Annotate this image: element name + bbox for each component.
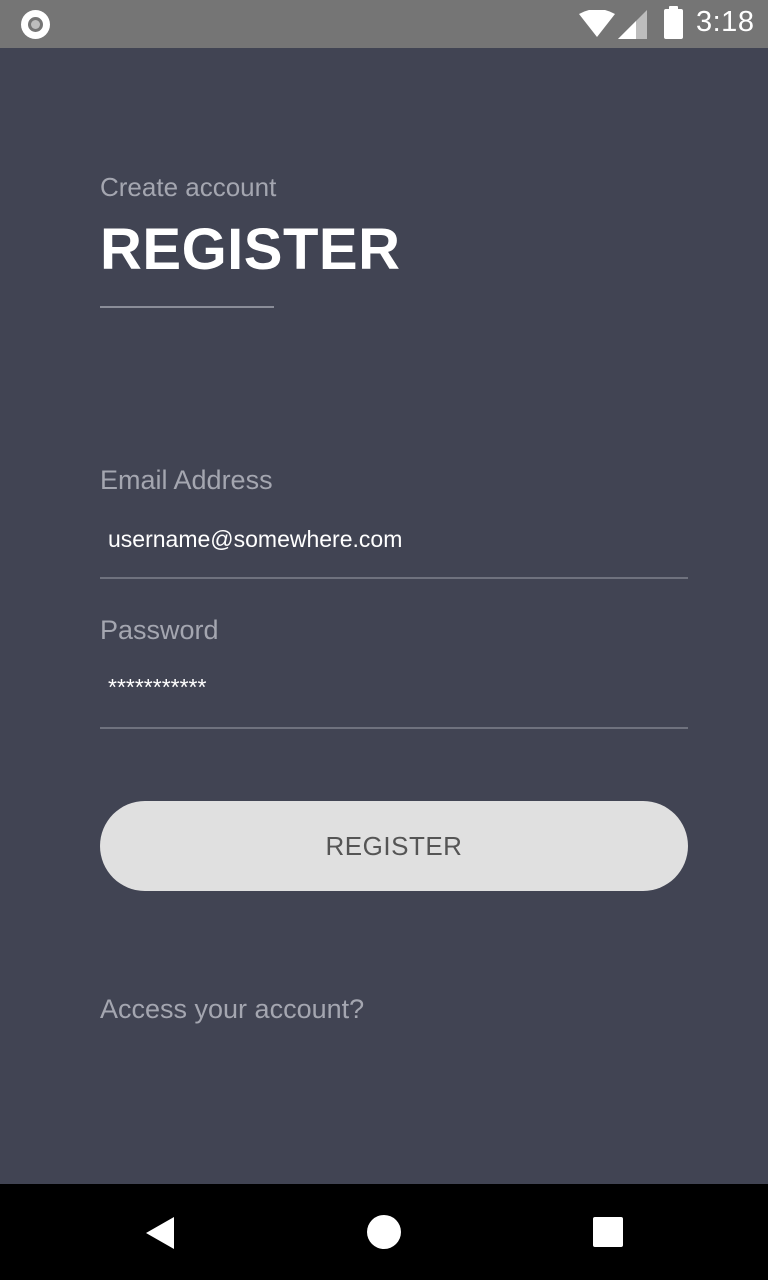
register-button[interactable]: REGISTER bbox=[100, 801, 688, 891]
navigation-bar bbox=[0, 1184, 768, 1280]
status-bar: 3:18 bbox=[0, 0, 768, 48]
password-label: Password bbox=[100, 615, 219, 645]
back-triangle-icon[interactable] bbox=[144, 1216, 176, 1250]
notification-circle-icon bbox=[21, 10, 50, 39]
email-underline bbox=[100, 577, 688, 579]
password-underline bbox=[100, 727, 688, 729]
page-subtitle: Create account bbox=[100, 172, 277, 202]
password-field[interactable] bbox=[100, 665, 688, 709]
title-divider bbox=[100, 306, 274, 308]
page-title: REGISTER bbox=[100, 217, 401, 282]
recent-apps-square-icon[interactable] bbox=[593, 1217, 623, 1247]
access-account-link[interactable]: Access your account? bbox=[100, 994, 364, 1025]
wifi-icon bbox=[579, 10, 615, 37]
home-circle-icon[interactable] bbox=[367, 1215, 401, 1249]
status-time: 3:18 bbox=[696, 6, 755, 38]
email-field[interactable] bbox=[100, 517, 688, 561]
battery-icon bbox=[664, 6, 683, 39]
email-label: Email Address bbox=[100, 465, 273, 495]
cell-signal-icon bbox=[618, 10, 647, 39]
